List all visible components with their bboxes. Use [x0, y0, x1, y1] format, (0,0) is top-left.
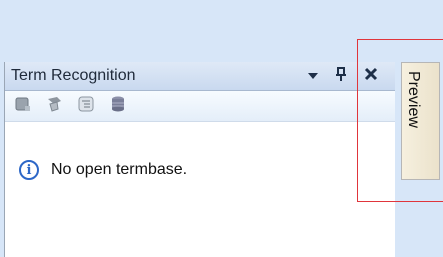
highlight-box — [357, 39, 443, 202]
panel-pin-button[interactable] — [331, 65, 351, 87]
toolbar-button-database[interactable] — [107, 95, 129, 117]
status-message-text: No open termbase. — [51, 161, 188, 178]
info-icon: i — [19, 160, 39, 180]
chevron-down-icon — [307, 67, 319, 85]
term-recognition-panel: Term Recognition i No open termbase. — [4, 62, 395, 257]
panel-toolbar — [5, 91, 395, 122]
database-icon — [109, 95, 127, 118]
settings-tree-icon — [77, 95, 95, 118]
pin-icon — [334, 66, 348, 87]
panel-title: Term Recognition — [11, 67, 136, 84]
toolbar-button-search-term[interactable] — [43, 95, 65, 117]
status-message: i No open termbase. — [17, 158, 187, 182]
toolbar-button-settings-tree[interactable] — [75, 95, 97, 117]
search-term-icon — [45, 95, 63, 118]
termbase-icon — [14, 95, 32, 118]
panel-title-bar: Term Recognition — [5, 62, 395, 91]
panel-menu-button[interactable] — [303, 65, 323, 87]
toolbar-button-termbase[interactable] — [12, 95, 34, 117]
